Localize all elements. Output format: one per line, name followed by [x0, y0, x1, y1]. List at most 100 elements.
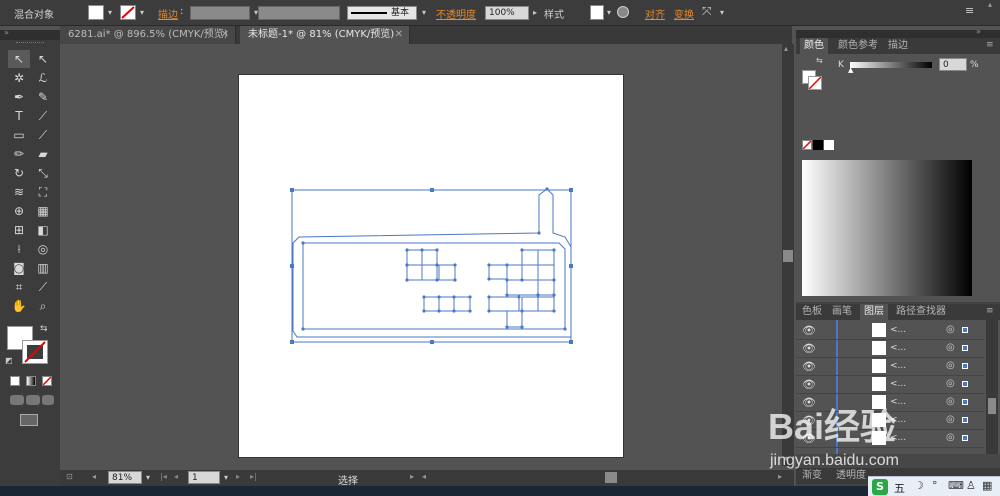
ime-mode-label[interactable]: 五: [894, 480, 905, 496]
target-icon[interactable]: ◎: [946, 378, 955, 389]
color-mode-icon[interactable]: [10, 376, 20, 386]
eye-icon[interactable]: 👁: [802, 342, 816, 355]
shape-builder-tool-icon[interactable]: ⊕: [8, 202, 30, 220]
align-link[interactable]: 对齐: [645, 6, 665, 21]
selection-indicator[interactable]: [962, 363, 968, 369]
lasso-tool-icon[interactable]: ℒ: [32, 69, 54, 87]
tab-brushes[interactable]: 画笔: [828, 304, 856, 320]
tab-gradient[interactable]: 渐变: [798, 468, 826, 484]
panel-menu-icon[interactable]: ≡: [986, 40, 994, 50]
grid-menu-icon[interactable]: ▦: [982, 479, 992, 492]
color-spectrum-ramp[interactable]: [802, 160, 972, 296]
selection-tool-icon[interactable]: ↖: [8, 50, 30, 68]
layers-scrollbar[interactable]: [986, 320, 998, 454]
none-color-chip[interactable]: [802, 140, 812, 150]
k-slider-track[interactable]: [850, 62, 932, 68]
paintbrush-tool-icon[interactable]: ⟋: [32, 126, 54, 144]
tab-swatches[interactable]: 色板: [798, 304, 826, 320]
line-tool-icon[interactable]: ⟋: [32, 107, 54, 125]
rotate-tool-icon[interactable]: ↻: [8, 164, 30, 182]
artboard-nav-icon[interactable]: ⊡: [66, 472, 73, 481]
selection-indicator[interactable]: [962, 345, 968, 351]
layers-scroll-thumb[interactable]: [988, 398, 996, 414]
panel-stroke-swatch[interactable]: [808, 76, 822, 90]
hand-tool-icon[interactable]: ✋: [8, 297, 30, 315]
variable-width-profile[interactable]: [258, 6, 340, 20]
stroke-color-box[interactable]: [22, 340, 48, 364]
draw-normal-icon[interactable]: [10, 395, 24, 405]
opacity-field[interactable]: 100%: [485, 6, 529, 20]
vertical-scroll-thumb[interactable]: [783, 250, 793, 262]
scroll-right-icon[interactable]: ▸: [778, 472, 782, 481]
eye-icon[interactable]: 👁: [802, 324, 816, 337]
screen-mode-icon[interactable]: [20, 414, 38, 426]
graphic-style-swatch[interactable]: [590, 5, 604, 20]
list-item[interactable]: 👁 <... ◎: [796, 376, 984, 394]
zoom-field[interactable]: 81%: [108, 471, 142, 484]
column-graph-tool-icon[interactable]: ▥: [32, 259, 54, 277]
status-menu-icon[interactable]: ▸: [410, 472, 414, 481]
symbol-sprayer-tool-icon[interactable]: ◙: [8, 259, 30, 277]
curvature-tool-icon[interactable]: ✎: [32, 88, 54, 106]
recolor-artwork-icon[interactable]: [617, 6, 629, 18]
collapse-dock-icon[interactable]: »: [976, 27, 981, 36]
keyboard-icon[interactable]: ⌨: [948, 479, 964, 492]
doc-tab[interactable]: 6281.ai* @ 896.5% (CMYK/预览) ✕: [60, 26, 236, 44]
style-dropdown[interactable]: ▾: [605, 6, 613, 20]
stroke-swatch[interactable]: [120, 5, 136, 20]
stroke-weight-field[interactable]: [190, 6, 250, 20]
panel-menu-icon[interactable]: ≡: [965, 4, 974, 17]
transform-link[interactable]: 变换: [674, 6, 694, 21]
swap-colors-icon[interactable]: ⇆: [40, 324, 48, 334]
scale-tool-icon[interactable]: ⤡: [32, 164, 54, 182]
direct-selection-tool-icon[interactable]: ↖: [32, 50, 54, 68]
zoom-tool-icon[interactable]: ⌕: [32, 297, 54, 315]
eraser-tool-icon[interactable]: ▰: [32, 145, 54, 163]
selection-indicator[interactable]: [962, 435, 968, 441]
type-tool-icon[interactable]: T: [8, 107, 30, 125]
tab-layers[interactable]: 图层: [860, 304, 888, 320]
zoom-out-icon[interactable]: ◂: [92, 472, 96, 481]
opacity-label-link[interactable]: 不透明度: [436, 6, 476, 21]
scroll-left-icon[interactable]: ◂: [422, 472, 426, 481]
magic-wand-tool-icon[interactable]: ✲: [8, 69, 30, 87]
gradient-mode-icon[interactable]: [26, 376, 36, 386]
artboard-tool-icon[interactable]: ⌗: [8, 278, 30, 296]
tab-color[interactable]: 颜色: [800, 38, 828, 54]
list-item[interactable]: 👁 <... ◎: [796, 322, 984, 340]
tab-transparency[interactable]: 透明度: [832, 468, 870, 484]
pen-tool-icon[interactable]: ✒: [8, 88, 30, 106]
slice-tool-icon[interactable]: ⟋: [32, 278, 54, 296]
close-icon[interactable]: ✕: [221, 26, 229, 44]
selection-indicator[interactable]: [962, 399, 968, 405]
zoom-dropdown[interactable]: ▾: [144, 471, 152, 485]
scroll-up-icon[interactable]: ▴: [784, 44, 788, 53]
last-artboard-icon[interactable]: ▸|: [250, 472, 257, 481]
perspective-grid-tool-icon[interactable]: ▦: [32, 202, 54, 220]
draw-behind-icon[interactable]: [26, 395, 40, 405]
list-item[interactable]: 👁 <... ◎: [796, 358, 984, 376]
eyedropper-tool-icon[interactable]: ⟊: [8, 240, 30, 258]
draw-inside-icon[interactable]: [42, 395, 54, 405]
horizontal-scroll-thumb[interactable]: [605, 472, 617, 483]
artboard[interactable]: [238, 74, 624, 458]
punctuation-icon[interactable]: °: [932, 479, 938, 492]
blend-tool-icon[interactable]: ◎: [32, 240, 54, 258]
prev-artboard-icon[interactable]: ◂: [174, 472, 178, 481]
artboard-number-field[interactable]: 1: [188, 471, 220, 484]
first-artboard-icon[interactable]: |◂: [160, 472, 167, 481]
selection-indicator[interactable]: [962, 381, 968, 387]
moon-icon[interactable]: ☽: [914, 479, 924, 492]
collapse-icon[interactable]: ▴: [988, 0, 992, 9]
target-icon[interactable]: ◎: [946, 360, 955, 371]
artboard-dropdown[interactable]: ▾: [222, 471, 230, 485]
stroke-label-link[interactable]: 描边: [158, 6, 178, 21]
none-mode-icon[interactable]: [42, 376, 52, 386]
close-icon[interactable]: ✕: [395, 26, 403, 44]
stroke-dropdown[interactable]: ▾: [138, 6, 146, 20]
free-transform-tool-icon[interactable]: ⛶: [32, 183, 54, 201]
next-artboard-icon[interactable]: ▸: [236, 472, 240, 481]
doc-tab-active[interactable]: 未标题-1* @ 81% (CMYK/预览) ✕: [240, 26, 410, 44]
k-value-field[interactable]: 0: [939, 58, 967, 71]
eye-icon[interactable]: 👁: [802, 360, 816, 373]
